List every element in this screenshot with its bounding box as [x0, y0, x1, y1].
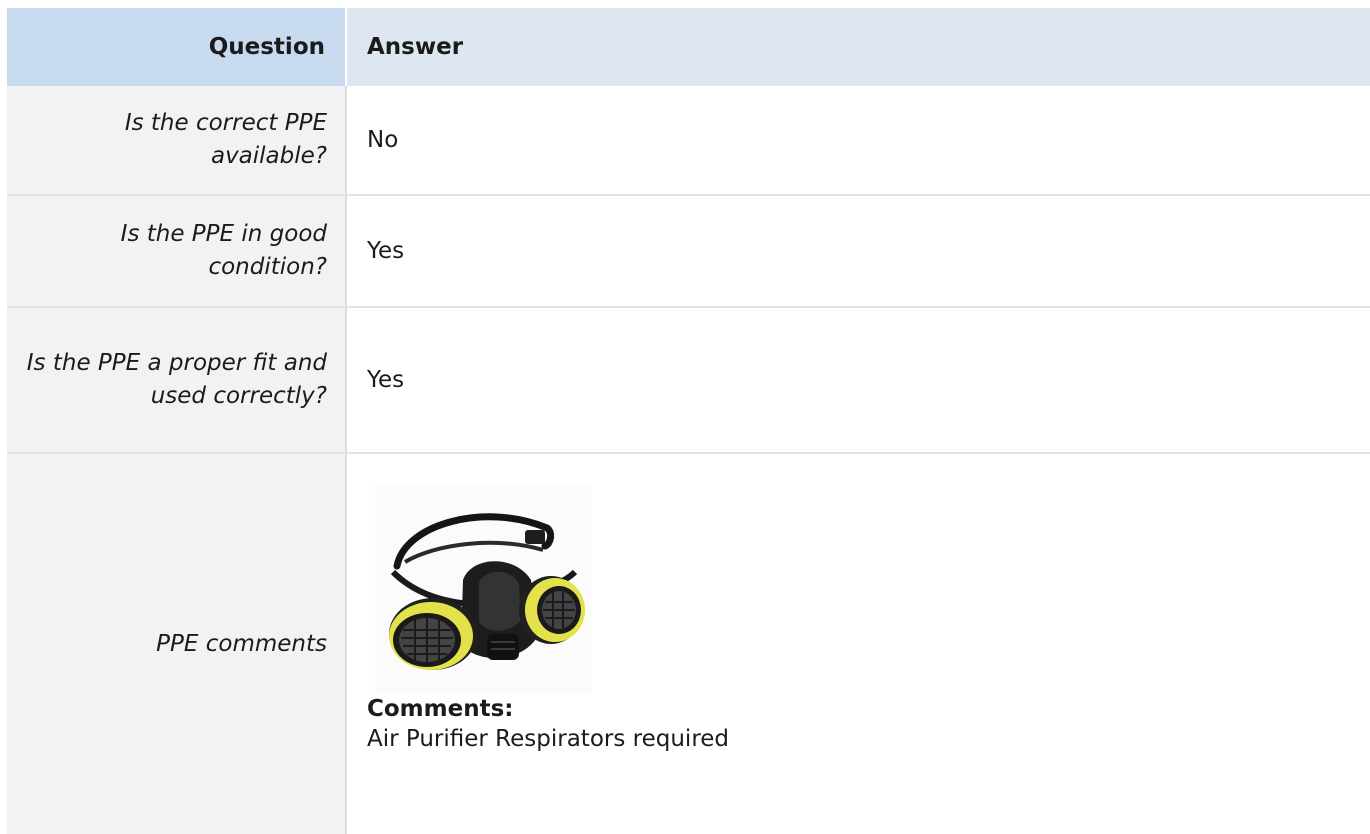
- ppe-qa-table: Question Answer Is the correct PPE avail…: [7, 8, 1370, 834]
- inspection-sheet: Question Answer Is the correct PPE avail…: [0, 0, 1370, 834]
- answer-cell: No: [346, 86, 1370, 196]
- left-cartridge: [389, 598, 477, 670]
- table-row: Is the PPE in good condition? Yes: [7, 195, 1370, 308]
- comments-text: Air Purifier Respirators required: [367, 726, 730, 752]
- respirator-mask-image: [375, 484, 591, 694]
- question-column-header: Question: [7, 8, 347, 86]
- table-row: PPE comments Comments: Air Purifier Resp…: [7, 453, 1370, 834]
- comments-cell: Comments: Air Purifier Respirators requi…: [346, 453, 1370, 834]
- table-row: Is the correct PPE available? No: [7, 86, 1370, 196]
- question-cell: Is the PPE in good condition?: [7, 195, 347, 308]
- table-row: Is the PPE a proper fit and used correct…: [7, 307, 1370, 454]
- comments-label: Comments:: [367, 696, 514, 722]
- table-header-row: Question Answer: [7, 8, 1370, 86]
- question-cell: Is the PPE a proper fit and used correct…: [7, 307, 347, 454]
- answer-column-header: Answer: [346, 8, 1370, 86]
- question-cell: Is the correct PPE available?: [7, 86, 347, 196]
- answer-cell: Yes: [346, 195, 1370, 308]
- question-cell: PPE comments: [7, 453, 347, 834]
- answer-cell: Yes: [346, 307, 1370, 454]
